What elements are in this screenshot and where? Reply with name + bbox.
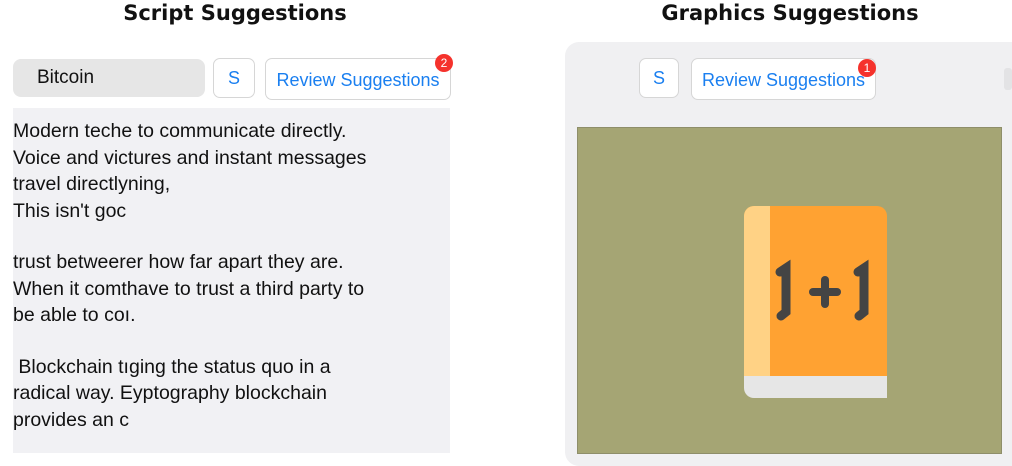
script-paragraph-3: Blockchain tıging the status quo in a ra… bbox=[13, 355, 331, 431]
script-review-suggestions-button[interactable]: Review Suggestions bbox=[265, 58, 451, 100]
script-suggestions-badge: 2 bbox=[435, 54, 453, 72]
graphics-suggestions-heading: Graphics Suggestions bbox=[661, 1, 919, 25]
graphics-canvas[interactable] bbox=[577, 127, 1002, 454]
graphics-review-suggestions-button[interactable]: Review Suggestions bbox=[691, 58, 876, 100]
graphics-panel-edge-tab[interactable] bbox=[1004, 68, 1012, 90]
script-paragraph-2: trust betweerer how far apart they are. … bbox=[13, 251, 365, 326]
book-pages bbox=[744, 376, 887, 398]
graphics-suggestions-badge: 1 bbox=[858, 59, 876, 77]
graphics-s-button[interactable]: S bbox=[639, 58, 679, 98]
script-paragraph-1: Modern teche to communicate directly. Vo… bbox=[13, 120, 367, 222]
math-book-icon bbox=[744, 206, 887, 398]
script-text-area[interactable]: Modern teche to communicate directly. Vo… bbox=[13, 108, 450, 453]
script-title-field[interactable]: Bitcoin bbox=[13, 59, 205, 97]
script-s-button[interactable]: S bbox=[213, 58, 255, 98]
script-suggestions-heading: Script Suggestions bbox=[123, 1, 347, 25]
book-spine bbox=[744, 206, 770, 376]
